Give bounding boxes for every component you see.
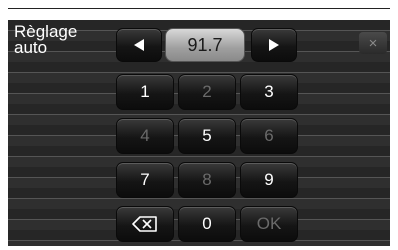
key-7[interactable]: 7 [116, 162, 174, 198]
next-frequency-button[interactable] [251, 28, 297, 62]
top-divider [8, 8, 390, 9]
key-6[interactable]: 6 [240, 118, 298, 154]
key-3[interactable]: 3 [240, 74, 298, 110]
key-8[interactable]: 8 [178, 162, 236, 198]
backspace-button[interactable] [116, 206, 174, 242]
key-4[interactable]: 4 [116, 118, 174, 154]
ok-button[interactable]: OK [240, 206, 298, 242]
title-line-2: auto [14, 38, 48, 57]
frequency-display: 91.7 [165, 28, 245, 62]
radio-tuning-screen: Règlage auto 91.7 × 1 2 3 4 5 6 7 8 9 0 … [8, 20, 390, 246]
prev-frequency-button[interactable] [116, 28, 162, 62]
key-5[interactable]: 5 [178, 118, 236, 154]
key-1[interactable]: 1 [116, 74, 174, 110]
screen-title: Règlage auto [14, 23, 77, 57]
close-button[interactable]: × [359, 32, 387, 54]
left-arrow-icon [134, 39, 144, 51]
key-9[interactable]: 9 [240, 162, 298, 198]
key-2[interactable]: 2 [178, 74, 236, 110]
close-icon: × [368, 34, 378, 52]
key-0[interactable]: 0 [178, 206, 236, 242]
backspace-icon [132, 216, 157, 232]
right-arrow-icon [269, 39, 279, 51]
